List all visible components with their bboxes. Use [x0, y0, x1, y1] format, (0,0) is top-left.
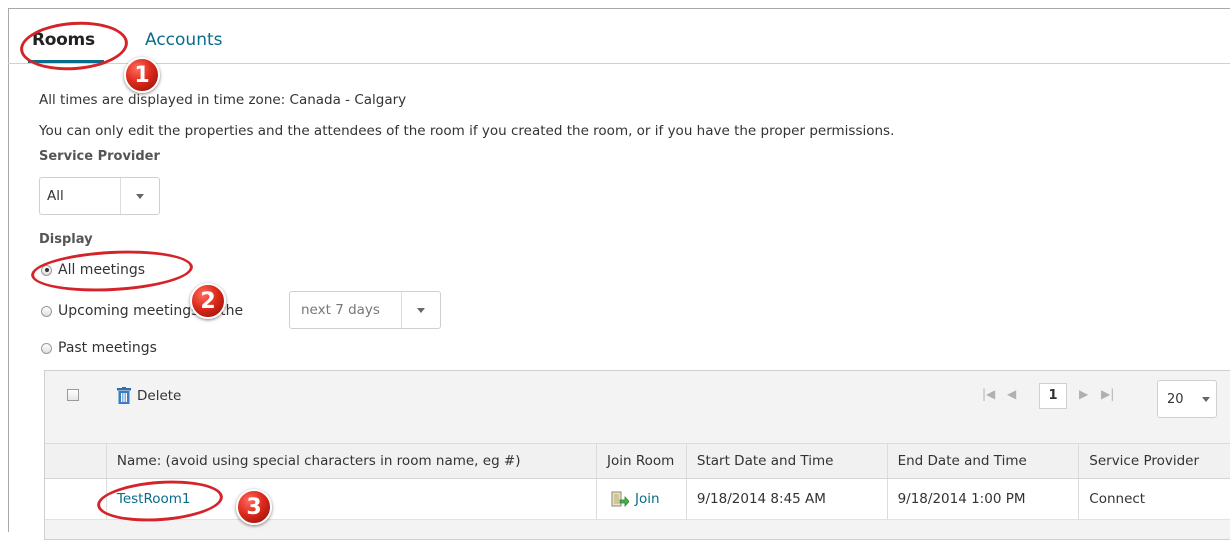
delete-label: Delete [137, 387, 182, 404]
service-provider-value: All [47, 188, 64, 204]
display-label: Display [39, 232, 93, 247]
table-header: Name: (avoid using special characters in… [45, 443, 1230, 479]
join-room-icon [611, 491, 630, 507]
page-number-input[interactable]: 1 [1039, 383, 1067, 409]
header-join-room[interactable]: Join Room [597, 444, 687, 478]
service-provider-label: Service Provider [39, 149, 160, 164]
radio-button[interactable] [41, 305, 52, 317]
upcoming-range-select[interactable]: next 7 days [289, 291, 441, 329]
header-start[interactable]: Start Date and Time [687, 444, 888, 478]
start-cell: 9/18/2014 8:45 AM [687, 479, 888, 519]
last-page-icon[interactable]: ▶| [1101, 387, 1114, 401]
row-select [45, 479, 107, 519]
upcoming-range-value: next 7 days [301, 302, 380, 318]
join-cell: Join [597, 479, 687, 519]
callout-marker-3: 3 [236, 489, 272, 525]
chevron-down-icon [401, 292, 440, 328]
join-link[interactable]: Join [611, 491, 660, 507]
permissions-note: You can only edit the properties and the… [39, 123, 895, 139]
tabs-divider [8, 63, 1230, 64]
page-size-value: 20 [1167, 391, 1184, 407]
header-select [45, 444, 107, 478]
join-label: Join [635, 491, 660, 507]
header-name[interactable]: Name: (avoid using special characters in… [107, 444, 598, 478]
radio-button-checked[interactable] [41, 264, 52, 276]
tab-rooms[interactable]: Rooms [32, 30, 95, 50]
radio-past-meetings[interactable]: Past meetings [41, 340, 157, 356]
callout-marker-1: 1 [124, 57, 160, 93]
room-name-cell: TestRoom1 [107, 479, 598, 519]
chevron-down-icon [1196, 396, 1216, 402]
chevron-down-icon [120, 178, 159, 214]
page-size-select[interactable]: 20 [1157, 380, 1217, 418]
first-page-icon[interactable]: |◀ [982, 387, 995, 401]
table-row: TestRoom1 Join 9/18/2014 8:45 AM 9/18/20… [45, 479, 1230, 520]
select-all-checkbox[interactable] [67, 389, 79, 401]
radio-all-meetings-label: All meetings [58, 262, 146, 278]
provider-cell: Connect [1089, 491, 1146, 507]
radio-button[interactable] [41, 342, 52, 354]
service-provider-select[interactable]: All [39, 177, 160, 215]
next-page-icon[interactable]: ▶ [1079, 387, 1088, 401]
header-end[interactable]: End Date and Time [888, 444, 1080, 478]
room-name-link[interactable]: TestRoom1 [117, 491, 191, 507]
header-provider[interactable]: Service Provider [1079, 444, 1230, 478]
end-cell: 9/18/2014 1:00 PM [888, 479, 1080, 519]
rooms-grid: Delete |◀ ◀ 1 ▶ ▶| 20 Name: (avoid using… [44, 370, 1230, 540]
previous-page-icon[interactable]: ◀ [1007, 387, 1016, 401]
radio-all-meetings[interactable]: All meetings [41, 262, 145, 278]
delete-button[interactable]: Delete [117, 387, 181, 404]
trash-icon [117, 387, 131, 404]
timezone-note: All times are displayed in time zone: Ca… [39, 92, 407, 108]
radio-past-label: Past meetings [58, 340, 157, 356]
tab-accounts[interactable]: Accounts [145, 30, 223, 50]
callout-marker-2: 2 [190, 283, 226, 319]
